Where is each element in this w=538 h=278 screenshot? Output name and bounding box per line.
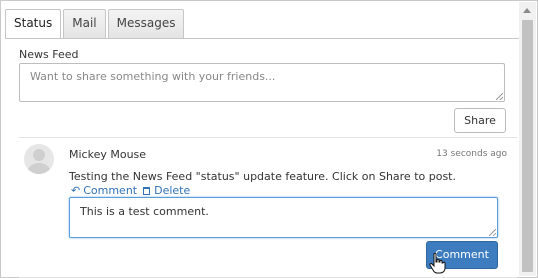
scroll-up-arrow-icon[interactable] — [523, 8, 531, 13]
post-text: Testing the News Feed "status" update fe… — [69, 170, 456, 183]
tab-bar: Status Mail Messages — [5, 9, 186, 39]
delete-link[interactable]: Delete — [143, 184, 190, 197]
comment-link[interactable]: ↶ Comment — [71, 184, 137, 197]
post-timestamp: 13 seconds ago — [436, 149, 507, 159]
reply-icon: ↶ — [71, 184, 81, 197]
status-panel: News Feed Want to share something with y… — [7, 39, 517, 278]
comment-link-label: Comment — [83, 184, 138, 197]
scroll-thumb[interactable] — [522, 20, 533, 272]
post-actions: ↶ Comment Delete — [71, 184, 190, 197]
avatar-head-icon — [33, 149, 45, 161]
news-feed-label: News Feed — [19, 48, 79, 61]
comment-input-value: This is a test comment. — [80, 205, 209, 218]
vertical-scrollbar[interactable] — [519, 2, 536, 276]
avatar — [24, 144, 54, 174]
tab-mail[interactable]: Mail — [63, 9, 106, 38]
news-feed-widget: Status Mail Messages News Feed Want to s… — [0, 0, 538, 278]
hand-cursor-icon — [429, 252, 446, 274]
divider — [19, 137, 517, 138]
share-button[interactable]: Share — [454, 108, 506, 133]
avatar-body-icon — [28, 163, 50, 174]
trash-icon — [143, 187, 151, 195]
status-input[interactable]: Want to share something with your friend… — [19, 63, 505, 102]
status-input-placeholder: Want to share something with your friend… — [30, 70, 276, 83]
comment-input[interactable]: This is a test comment. — [69, 197, 498, 238]
resize-grip-icon[interactable] — [489, 229, 496, 236]
tab-messages[interactable]: Messages — [107, 9, 185, 38]
resize-grip-icon[interactable] — [496, 93, 503, 100]
post-author: Mickey Mouse — [69, 148, 147, 161]
tab-status[interactable]: Status — [5, 9, 62, 39]
delete-link-label: Delete — [154, 184, 191, 197]
